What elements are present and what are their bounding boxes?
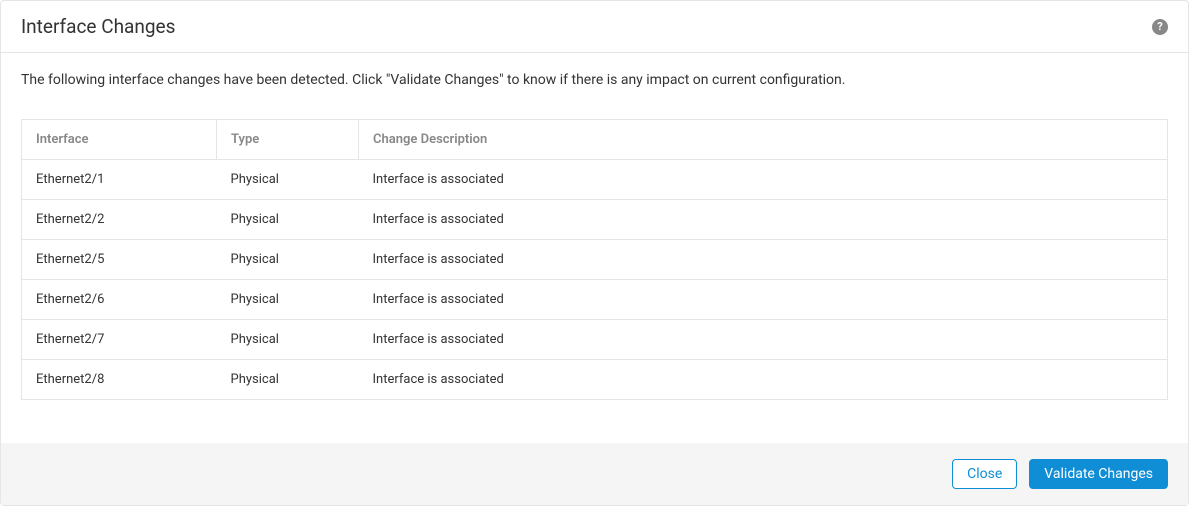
cell-type: Physical [217, 199, 359, 239]
interface-changes-table: Interface Type Change Description Ethern… [21, 119, 1168, 400]
cell-change-description: Interface is associated [359, 359, 1168, 399]
dialog-header: Interface Changes ? [1, 1, 1188, 53]
validate-changes-button[interactable]: Validate Changes [1029, 459, 1168, 489]
cell-change-description: Interface is associated [359, 239, 1168, 279]
table-row: Ethernet2/5 Physical Interface is associ… [22, 239, 1168, 279]
table-row: Ethernet2/6 Physical Interface is associ… [22, 279, 1168, 319]
dialog-title: Interface Changes [21, 15, 175, 38]
table-row: Ethernet2/7 Physical Interface is associ… [22, 319, 1168, 359]
cell-interface: Ethernet2/5 [22, 239, 217, 279]
cell-change-description: Interface is associated [359, 279, 1168, 319]
column-header-interface: Interface [22, 119, 217, 159]
cell-type: Physical [217, 359, 359, 399]
help-icon[interactable]: ? [1152, 19, 1168, 35]
cell-interface: Ethernet2/1 [22, 159, 217, 199]
dialog-content: The following interface changes have bee… [1, 53, 1188, 420]
column-header-change-description: Change Description [359, 119, 1168, 159]
dialog-footer: Close Validate Changes [1, 443, 1188, 505]
cell-type: Physical [217, 279, 359, 319]
cell-type: Physical [217, 159, 359, 199]
close-button[interactable]: Close [952, 459, 1017, 489]
cell-change-description: Interface is associated [359, 199, 1168, 239]
description-text: The following interface changes have bee… [21, 71, 1168, 91]
table-row: Ethernet2/8 Physical Interface is associ… [22, 359, 1168, 399]
cell-interface: Ethernet2/7 [22, 319, 217, 359]
column-header-type: Type [217, 119, 359, 159]
cell-change-description: Interface is associated [359, 159, 1168, 199]
cell-interface: Ethernet2/6 [22, 279, 217, 319]
table-row: Ethernet2/2 Physical Interface is associ… [22, 199, 1168, 239]
cell-interface: Ethernet2/2 [22, 199, 217, 239]
table-row: Ethernet2/1 Physical Interface is associ… [22, 159, 1168, 199]
cell-change-description: Interface is associated [359, 319, 1168, 359]
cell-type: Physical [217, 319, 359, 359]
cell-interface: Ethernet2/8 [22, 359, 217, 399]
cell-type: Physical [217, 239, 359, 279]
